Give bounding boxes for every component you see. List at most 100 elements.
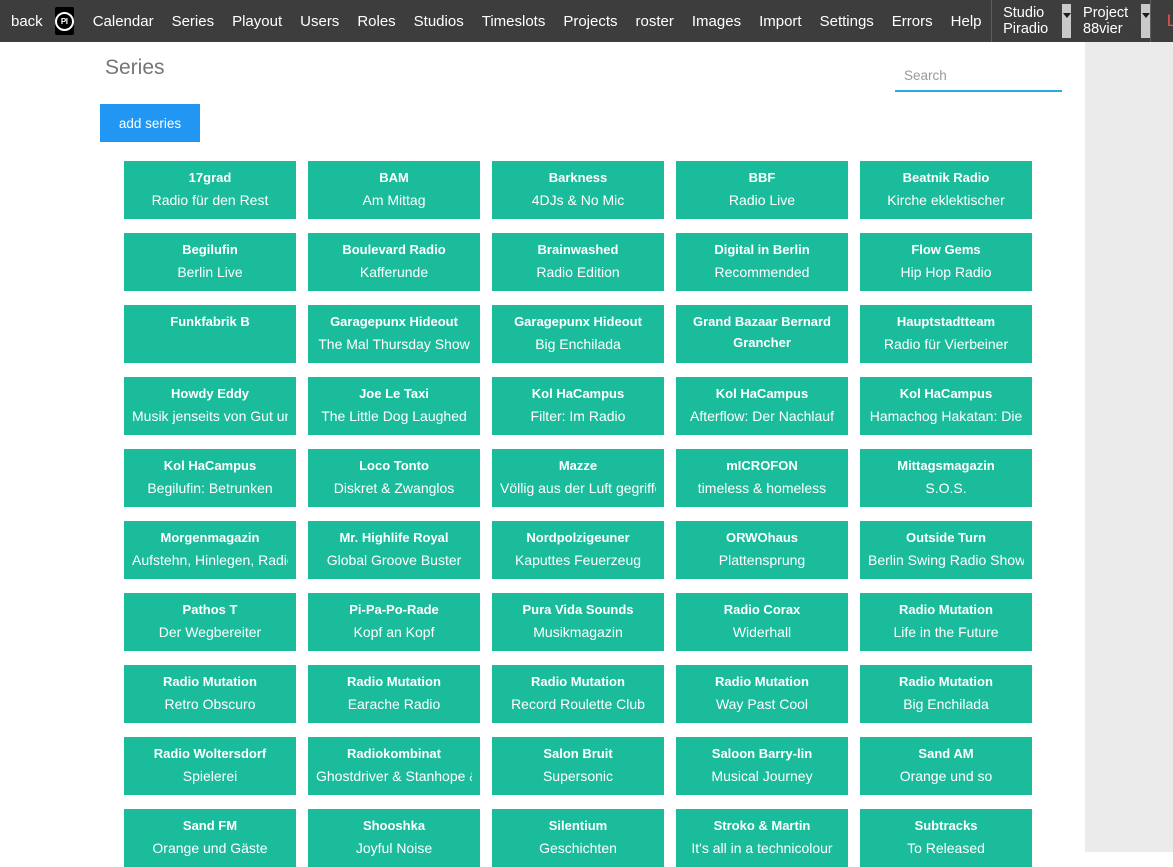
series-card[interactable]: 17gradRadio für den Rest <box>124 161 296 219</box>
series-card-subtitle: Kaputtes Feuerzeug <box>500 548 656 573</box>
series-card-subtitle: Radio Live <box>684 188 840 213</box>
series-card[interactable]: BrainwashedRadio Edition <box>492 233 664 291</box>
series-card[interactable]: Kol HaCampusHamachog Hakatan: Die <box>860 377 1032 435</box>
series-card[interactable]: BegilufinBerlin Live <box>124 233 296 291</box>
series-card[interactable]: Loco TontoDiskret & Zwanglos <box>308 449 480 507</box>
series-card-subtitle: Orange und so <box>868 764 1024 789</box>
series-card-subtitle: The Mal Thursday Show <box>316 332 472 357</box>
project-select-arrow[interactable] <box>1141 4 1150 38</box>
add-series-button[interactable]: add series <box>100 104 200 142</box>
nav-item-images[interactable]: Images <box>683 0 750 42</box>
series-card[interactable]: Salon BruitSupersonic <box>492 737 664 795</box>
series-card[interactable]: Radio WoltersdorfSpielerei <box>124 737 296 795</box>
series-card-subtitle: Filter: Im Radio <box>500 404 656 429</box>
series-card-title: Radio Mutation <box>868 599 1024 620</box>
series-card[interactable]: Kol HaCampusFilter: Im Radio <box>492 377 664 435</box>
top-navbar: back PI CalendarSeriesPlayoutUsersRolesS… <box>0 0 1173 42</box>
series-card[interactable]: Radio MutationEarache Radio <box>308 665 480 723</box>
series-card[interactable]: MazzeVöllig aus der Luft gegriffen <box>492 449 664 507</box>
series-card[interactable]: Pathos TDer Wegbereiter <box>124 593 296 651</box>
series-card[interactable]: Stroko & MartinIt's all in a technicolou… <box>676 809 848 867</box>
series-card[interactable]: Sand AMOrange und so <box>860 737 1032 795</box>
series-card-title: Sand AM <box>868 743 1024 764</box>
piradio-logo-icon[interactable]: PI <box>55 7 74 35</box>
logout-link[interactable]: Logout <box>1151 11 1173 31</box>
series-card[interactable]: ShooshkaJoyful Noise <box>308 809 480 867</box>
back-link[interactable]: back <box>0 13 55 30</box>
series-grid: 17gradRadio für den RestBAMAm MittagBark… <box>124 161 1032 867</box>
series-card-title: Radio Woltersdorf <box>132 743 288 764</box>
series-card-title: Garagepunx Hideout <box>500 311 656 332</box>
series-card-title: Sand FM <box>132 815 288 836</box>
series-card-title: Pura Vida Sounds <box>500 599 656 620</box>
series-card[interactable]: BBFRadio Live <box>676 161 848 219</box>
nav-item-series[interactable]: Series <box>163 0 224 42</box>
series-card[interactable]: Radio MutationLife in the Future <box>860 593 1032 651</box>
project-select[interactable]: Project 88vier <box>1071 0 1150 42</box>
series-card-title: ORWOhaus <box>684 527 840 548</box>
series-card[interactable]: MittagsmagazinS.O.S. <box>860 449 1032 507</box>
series-card[interactable]: Digital in BerlinRecommended <box>676 233 848 291</box>
series-card[interactable]: Pi-Pa-Po-RadeKopf an Kopf <box>308 593 480 651</box>
nav-item-studios[interactable]: Studios <box>405 0 473 42</box>
series-card-subtitle: 4DJs & No Mic <box>500 188 656 213</box>
series-card[interactable]: Kol HaCampusAfterflow: Der Nachlauf <box>676 377 848 435</box>
series-card[interactable]: Beatnik RadioKirche eklektischer <box>860 161 1032 219</box>
nav-item-playout[interactable]: Playout <box>223 0 291 42</box>
studio-select[interactable]: Studio Piradio <box>991 0 1071 42</box>
series-card[interactable]: Radio MutationWay Past Cool <box>676 665 848 723</box>
series-card[interactable]: Boulevard RadioKafferunde <box>308 233 480 291</box>
nav-item-errors[interactable]: Errors <box>883 0 942 42</box>
series-card[interactable]: BAMAm Mittag <box>308 161 480 219</box>
series-card-title: Funkfabrik B <box>132 311 288 332</box>
series-card[interactable]: Garagepunx HideoutThe Mal Thursday Show <box>308 305 480 363</box>
series-card[interactable]: Howdy EddyMusik jenseits von Gut und <box>124 377 296 435</box>
nav-item-import[interactable]: Import <box>750 0 811 42</box>
series-card-subtitle: Radio Edition <box>500 260 656 285</box>
search-input[interactable] <box>895 60 1062 92</box>
series-card-title: Mittagsmagazin <box>868 455 1024 476</box>
series-card[interactable]: Radio CoraxWiderhall <box>676 593 848 651</box>
nav-item-timeslots[interactable]: Timeslots <box>473 0 555 42</box>
series-card[interactable]: Mr. Highlife RoyalGlobal Groove Buster <box>308 521 480 579</box>
studio-select-arrow[interactable] <box>1062 4 1071 38</box>
series-card[interactable]: Flow GemsHip Hop Radio <box>860 233 1032 291</box>
series-card[interactable]: Joe Le TaxiThe Little Dog Laughed <box>308 377 480 435</box>
series-card[interactable]: mICROFONtimeless & homeless <box>676 449 848 507</box>
series-card[interactable]: Sand FMOrange und Gäste <box>124 809 296 867</box>
series-card-subtitle: To Released <box>868 836 1024 861</box>
series-card[interactable]: RadiokombinatGhostdriver & Stanhope & <box>308 737 480 795</box>
series-card[interactable]: Funkfabrik B <box>124 305 296 363</box>
series-card-title: Grand Bazaar Bernard Grancher <box>684 311 840 353</box>
series-card[interactable]: NordpolzigeunerKaputtes Feuerzeug <box>492 521 664 579</box>
series-card[interactable]: Grand Bazaar Bernard Grancher <box>676 305 848 363</box>
series-card[interactable]: Barkness4DJs & No Mic <box>492 161 664 219</box>
series-card[interactable]: Radio MutationRetro Obscuro <box>124 665 296 723</box>
series-card-title: Boulevard Radio <box>316 239 472 260</box>
series-card[interactable]: Radio MutationBig Enchilada <box>860 665 1032 723</box>
nav-item-settings[interactable]: Settings <box>811 0 883 42</box>
nav-item-projects[interactable]: Projects <box>554 0 626 42</box>
series-card-title: BAM <box>316 167 472 188</box>
series-card[interactable]: HauptstadtteamRadio für Vierbeiner <box>860 305 1032 363</box>
series-card[interactable]: Garagepunx HideoutBig Enchilada <box>492 305 664 363</box>
series-card[interactable]: Outside TurnBerlin Swing Radio Show <box>860 521 1032 579</box>
series-card-title: Brainwashed <box>500 239 656 260</box>
series-card[interactable]: SilentiumGeschichten <box>492 809 664 867</box>
series-card-subtitle: Hip Hop Radio <box>868 260 1024 285</box>
nav-item-roles[interactable]: Roles <box>348 0 404 42</box>
series-card-subtitle: Musical Journey <box>684 764 840 789</box>
series-card[interactable]: Saloon Barry-linMusical Journey <box>676 737 848 795</box>
series-card[interactable]: Kol HaCampusBegilufin: Betrunken <box>124 449 296 507</box>
nav-item-calendar[interactable]: Calendar <box>84 0 163 42</box>
series-card[interactable]: Pura Vida SoundsMusikmagazin <box>492 593 664 651</box>
nav-item-roster[interactable]: roster <box>627 0 683 42</box>
series-card[interactable]: Radio MutationRecord Roulette Club <box>492 665 664 723</box>
series-card[interactable]: ORWOhausPlattensprung <box>676 521 848 579</box>
nav-item-help[interactable]: Help <box>942 0 991 42</box>
series-card[interactable]: SubtracksTo Released <box>860 809 1032 867</box>
nav-item-users[interactable]: Users <box>291 0 348 42</box>
series-card[interactable]: MorgenmagazinAufstehn, Hinlegen, Radio <box>124 521 296 579</box>
series-card-title: BBF <box>684 167 840 188</box>
series-card-subtitle: Geschichten <box>500 836 656 861</box>
